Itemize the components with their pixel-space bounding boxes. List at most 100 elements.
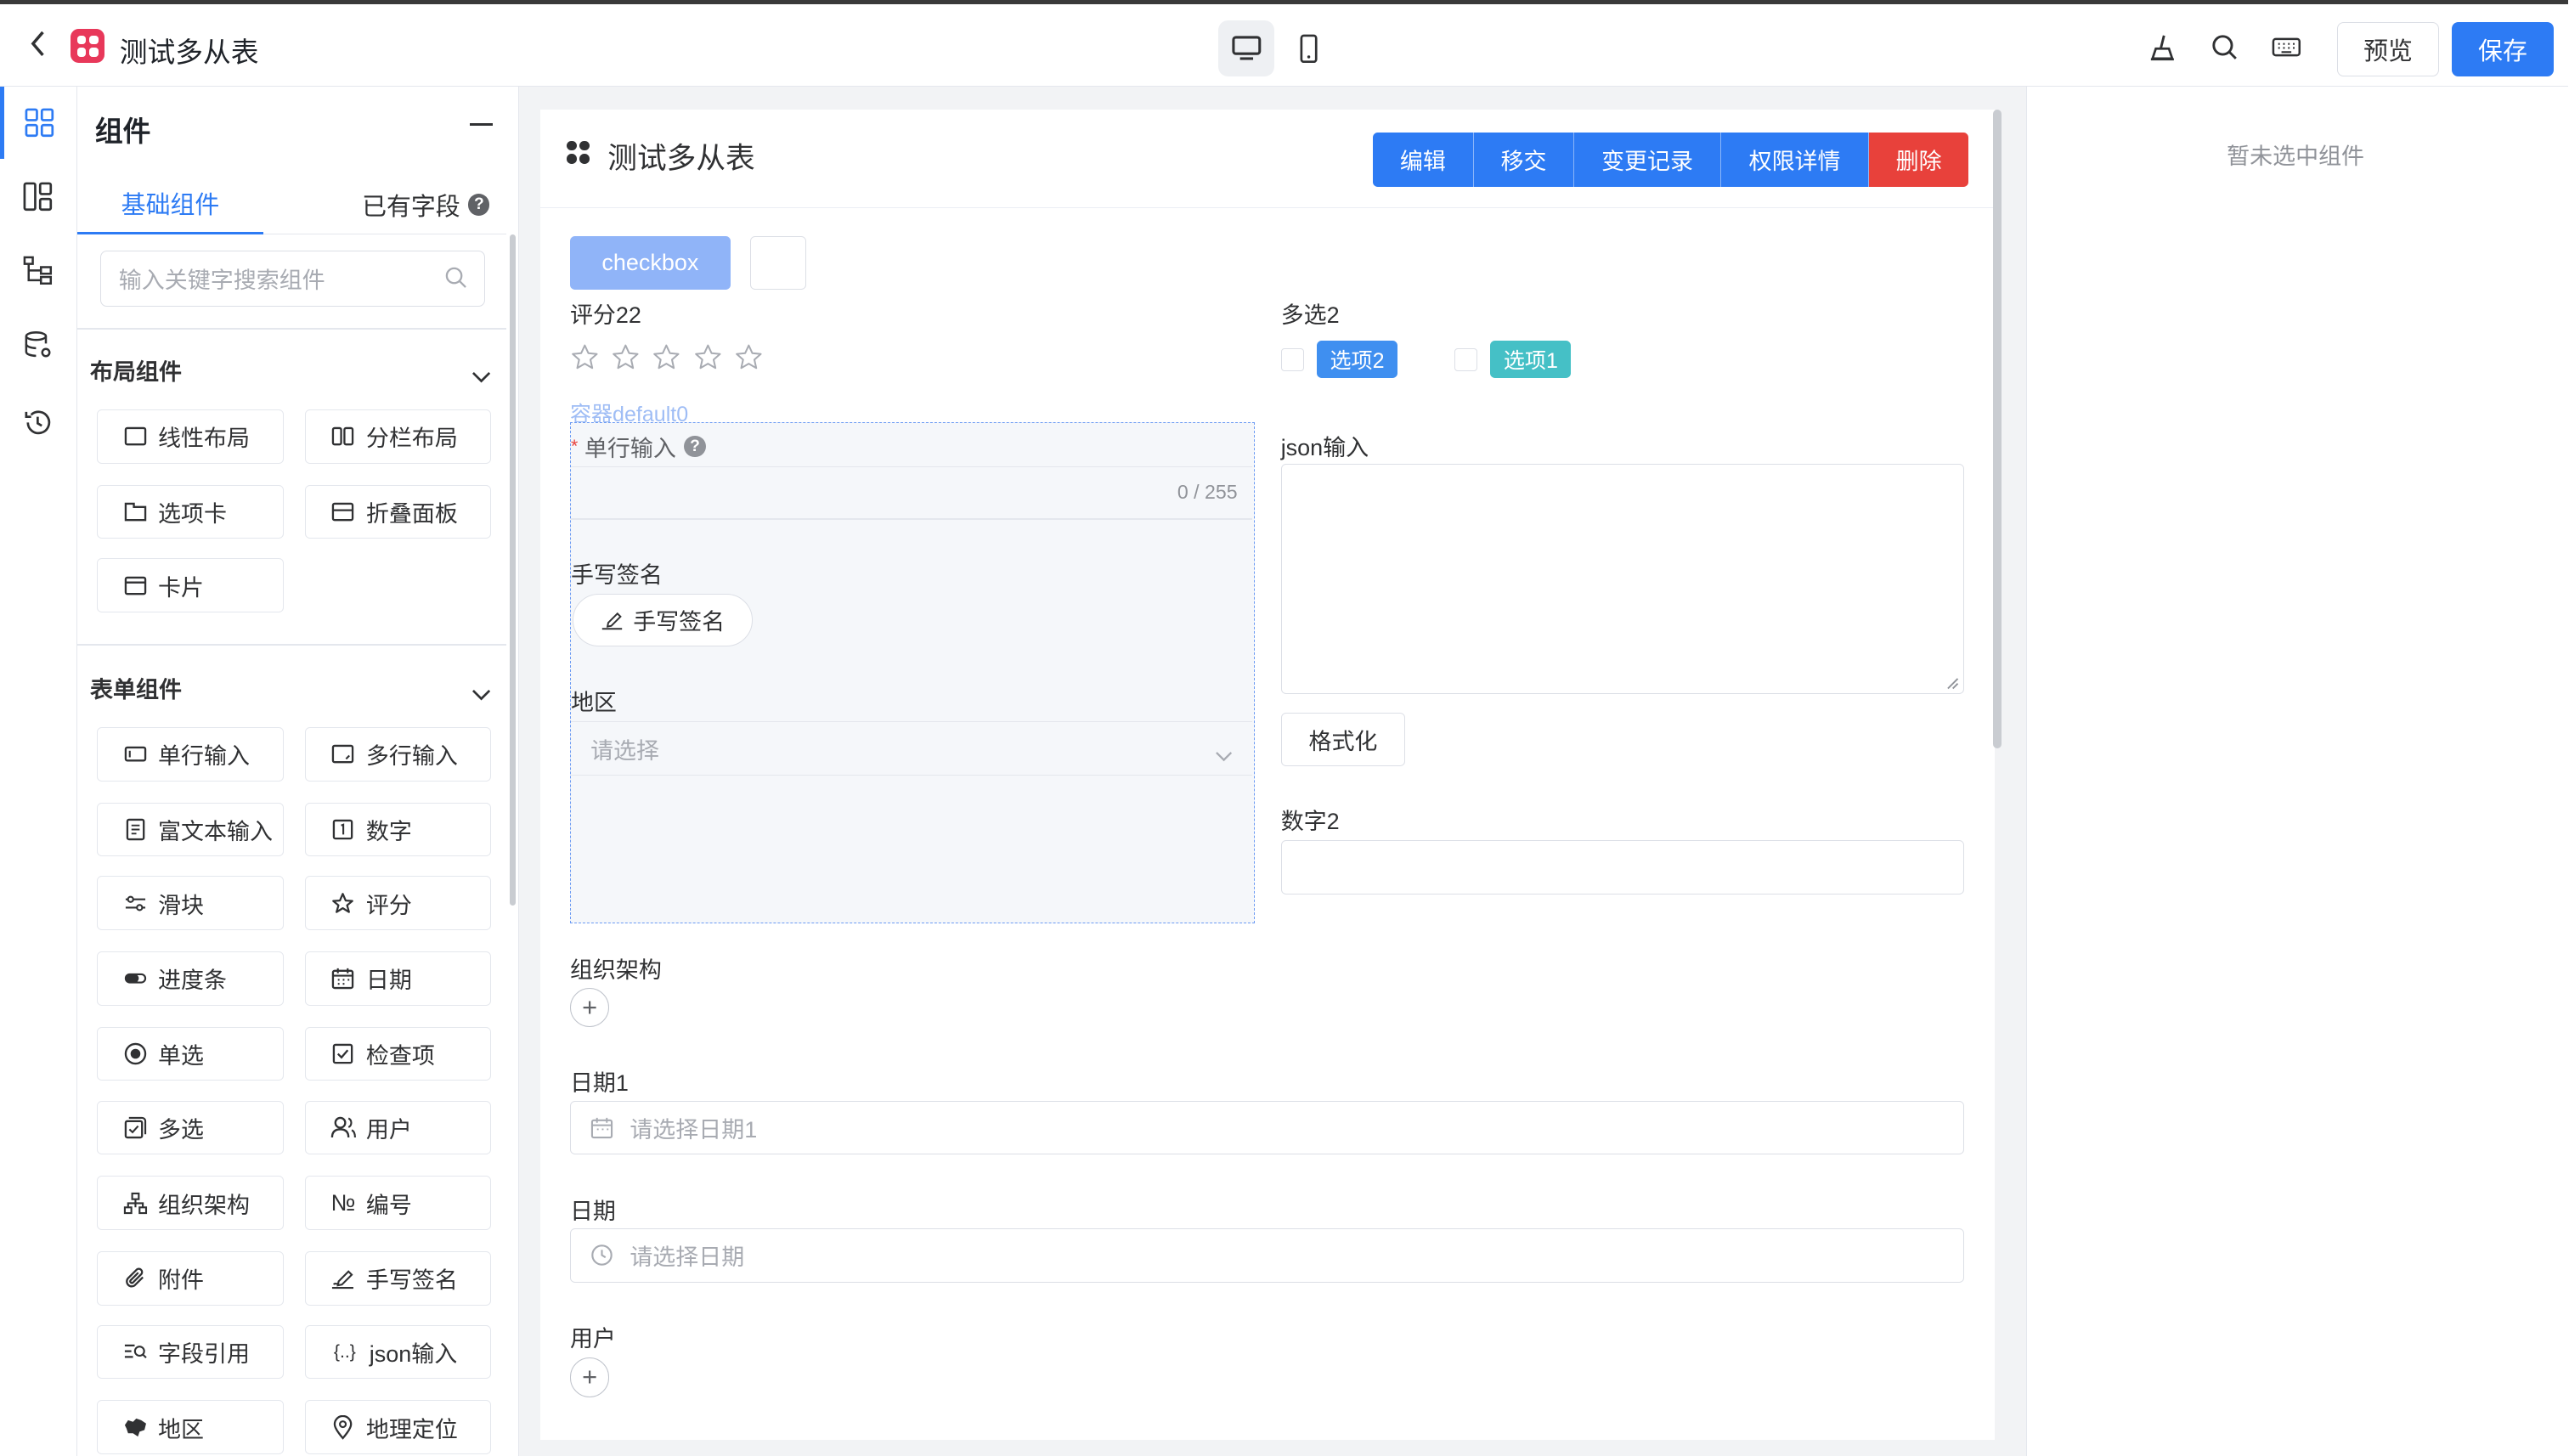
comp-region[interactable]: 地区 — [96, 1400, 284, 1455]
history-icon[interactable] — [0, 387, 76, 459]
format-button[interactable]: 格式化 — [1280, 712, 1406, 767]
components-grid-icon[interactable] — [0, 87, 76, 159]
star-icon[interactable] — [570, 342, 600, 372]
chevron-down-icon[interactable] — [471, 360, 491, 391]
user-icon — [330, 1115, 357, 1141]
add-org-button[interactable]: + — [569, 987, 610, 1027]
mobile-view-icon[interactable] — [1281, 20, 1337, 76]
empty-widget-box[interactable] — [750, 235, 806, 291]
checkbox[interactable] — [1280, 347, 1304, 371]
comp-geolocation[interactable]: 地理定位 — [304, 1400, 492, 1455]
comp-label: 检查项 — [365, 1043, 435, 1069]
action-button-group: 编辑 移交 变更记录 权限详情 删除 — [1372, 133, 1969, 187]
search-icon[interactable] — [2208, 31, 2241, 64]
tab-icon — [122, 499, 149, 525]
app-title: 测试多从表 — [119, 36, 259, 68]
comp-tabs[interactable]: 选项卡 — [96, 484, 284, 539]
component-search-input[interactable]: 输入关键字搜索组件 — [99, 250, 485, 307]
comp-card[interactable]: 卡片 — [96, 558, 284, 613]
user-label: 用户 — [569, 1325, 616, 1352]
multi-select-label: 多选2 — [1280, 302, 1340, 328]
json-textarea[interactable] — [1280, 463, 1964, 695]
back-arrow-icon[interactable] — [23, 27, 53, 60]
comp-progress[interactable]: 进度条 — [96, 951, 284, 1006]
no-selection-text: 暂未选中组件 — [2227, 143, 2365, 169]
comp-signature[interactable]: 手写签名 — [304, 1250, 492, 1306]
comp-user[interactable]: 用户 — [304, 1100, 492, 1155]
save-button[interactable]: 保存 — [2452, 22, 2554, 76]
comp-json-input[interactable]: {..} json输入 — [304, 1324, 492, 1380]
checkbox-button[interactable]: checkbox — [569, 235, 731, 291]
comp-label: 分栏布局 — [365, 426, 458, 452]
resize-handle-icon[interactable] — [1946, 677, 1959, 690]
star-icon[interactable] — [652, 342, 681, 372]
database-settings-icon[interactable] — [0, 309, 76, 381]
permission-details-button[interactable]: 权限详情 — [1721, 133, 1869, 187]
keyboard-icon[interactable] — [2270, 31, 2303, 64]
edit-button[interactable]: 编辑 — [1372, 133, 1475, 187]
device-toggle — [1218, 20, 1336, 76]
comp-rating[interactable]: 评分 — [304, 876, 492, 931]
form-header: 测试多从表 编辑 移交 变更记录 权限详情 删除 — [540, 110, 1996, 208]
comp-multi-select[interactable]: 多选 — [96, 1100, 284, 1155]
region-placeholder: 请选择 — [590, 737, 660, 764]
comp-multiline-input[interactable]: 多行输入 — [304, 727, 492, 782]
rectangle-icon — [122, 423, 149, 449]
input-icon — [122, 741, 149, 767]
clear-broom-icon[interactable] — [2146, 31, 2179, 64]
container-default0[interactable]: * 单行输入 ? 0 / 255 手写签名 手写签名 地区 请选择 — [569, 422, 1255, 924]
star-icon[interactable] — [734, 342, 764, 372]
option-tag: 选项1 — [1490, 341, 1572, 379]
tab-label: 已有字段 — [362, 193, 460, 221]
org-chart-icon — [122, 1190, 149, 1216]
canvas-scrollbar[interactable] — [1993, 110, 2002, 749]
comp-slider[interactable]: 滑块 — [96, 876, 284, 931]
comp-label: 折叠面板 — [365, 500, 458, 527]
comp-label: 地区 — [158, 1416, 205, 1442]
add-user-button[interactable]: + — [569, 1357, 610, 1397]
tab-basic-components[interactable]: 基础组件 — [76, 175, 264, 234]
date1-input[interactable]: 请选择日期1 — [569, 1100, 1964, 1155]
comp-checkbox[interactable]: 检查项 — [304, 1026, 492, 1081]
checkbox[interactable] — [1454, 347, 1478, 371]
chevron-down-icon[interactable] — [471, 678, 491, 708]
comp-org-structure[interactable]: 组织架构 — [96, 1176, 284, 1230]
comp-radio[interactable]: 单选 — [96, 1026, 284, 1081]
comp-serial-number[interactable]: № 编号 — [304, 1176, 492, 1230]
comp-attachment[interactable]: 附件 — [96, 1250, 284, 1306]
single-input-field[interactable] — [571, 467, 1252, 518]
date1-label: 日期1 — [569, 1070, 629, 1097]
comp-collapse-panel[interactable]: 折叠面板 — [304, 484, 492, 539]
multi-option-1[interactable]: 选项1 — [1454, 341, 1572, 379]
date-input[interactable]: 请选择日期 — [569, 1227, 1964, 1283]
comp-rich-text[interactable]: 富文本输入 — [96, 802, 284, 857]
delete-button[interactable]: 删除 — [1868, 133, 1969, 187]
progress-bar-icon — [122, 966, 149, 992]
region-select[interactable]: 请选择 — [570, 721, 1252, 776]
tab-existing-fields[interactable]: 已有字段? — [362, 175, 490, 234]
comp-number[interactable]: 数字 — [304, 802, 492, 857]
transfer-button[interactable]: 移交 — [1474, 133, 1574, 187]
change-log-button[interactable]: 变更记录 — [1573, 133, 1722, 187]
properties-panel: 暂未选中组件 — [2025, 87, 2569, 1456]
comp-linear-layout[interactable]: 线性布局 — [96, 409, 284, 464]
comp-single-input[interactable]: 单行输入 — [96, 727, 284, 782]
desktop-view-icon[interactable] — [1218, 20, 1274, 76]
outline-tree-icon[interactable] — [0, 234, 76, 307]
comp-field-reference[interactable]: 字段引用 — [96, 1324, 284, 1380]
layout-section-title: 布局组件 — [90, 359, 182, 386]
layout-template-icon[interactable] — [0, 161, 76, 233]
comp-column-layout[interactable]: 分栏布局 — [304, 409, 492, 464]
comp-label: 单选 — [158, 1043, 205, 1069]
preview-button[interactable]: 预览 — [2337, 22, 2439, 76]
comp-date[interactable]: 日期 — [304, 951, 492, 1006]
collapse-minus-icon[interactable] — [470, 122, 494, 127]
signature-button[interactable]: 手写签名 — [572, 593, 753, 646]
comp-label: 组织架构 — [158, 1192, 250, 1218]
panel-scrollbar[interactable] — [509, 234, 517, 906]
map-region-icon — [122, 1414, 149, 1441]
number-input[interactable] — [1280, 840, 1964, 894]
multi-option-2[interactable]: 选项2 — [1280, 341, 1397, 379]
star-icon[interactable] — [693, 342, 723, 372]
star-icon[interactable] — [611, 342, 641, 372]
